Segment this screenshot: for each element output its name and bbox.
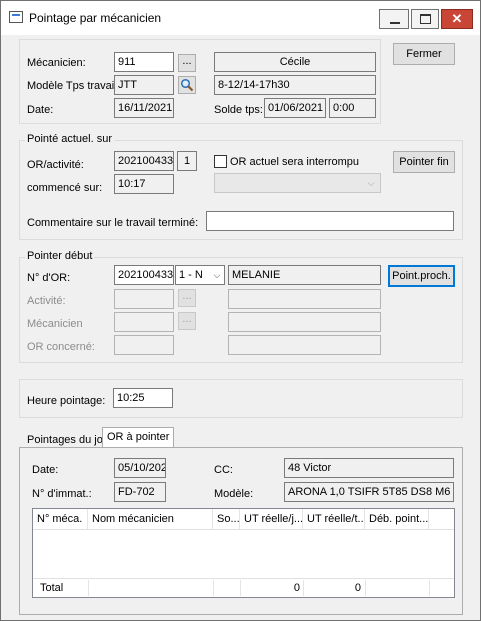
date-label: Date: [27, 104, 54, 116]
solde-time-field: 0:00 [329, 98, 376, 118]
current-or-line-field: 1 [177, 151, 197, 171]
started-field: 10:17 [114, 174, 174, 194]
footer-col-divider [213, 580, 214, 596]
cc-field: 48 Victor [284, 458, 454, 478]
modele-desc-field: 8-12/14-17h30 [214, 75, 376, 95]
minimize-icon [390, 22, 400, 24]
solde-date-field: 01/06/2021 [264, 98, 326, 118]
start-group-title: Pointer début [25, 250, 95, 262]
concerned-or-input [114, 335, 174, 355]
pointer-fin-button[interactable]: Pointer fin [393, 151, 455, 173]
model-field: ARONA 1,0 TSIFR 5T85 DS8 M6 [284, 482, 454, 502]
footer-ut-total-value: 0 [354, 582, 361, 594]
close-button[interactable]: Fermer [393, 43, 455, 65]
cc-label: CC: [214, 464, 233, 476]
footer-ut-day-value: 0 [293, 582, 300, 594]
column-header[interactable]: Nom mécanicien [88, 509, 213, 529]
chevron-down-icon: ⌵ [367, 178, 375, 188]
start-or-label: N° d'OR: [27, 272, 71, 284]
close-window-button[interactable]: ✕ [441, 9, 473, 29]
start-mechanic-input [114, 312, 174, 332]
interrupt-reason-select [214, 173, 381, 193]
solde-label: Solde tps: [214, 104, 263, 116]
comment-label: Commentaire sur le travail terminé: [27, 217, 199, 229]
window-app-icon [9, 11, 23, 23]
date-field: 16/11/2021 [114, 98, 174, 118]
minimize-button[interactable] [379, 9, 409, 29]
mecanicien-browse-button[interactable]: ... [178, 54, 196, 72]
tab-or-a-pointer[interactable]: OR à pointer [102, 427, 175, 448]
modele-field: JTT [114, 75, 174, 95]
footer-col-divider [88, 580, 89, 596]
immat-label: N° d'immat.: [32, 488, 92, 500]
concerned-or-label: OR concerné: [27, 341, 95, 353]
window-title: Pointage par mécanicien [29, 11, 162, 25]
activity-browse-button: ... [178, 289, 196, 307]
time-input[interactable]: 10:25 [113, 388, 173, 408]
activity-desc-field [228, 289, 381, 309]
modele-search-button[interactable] [178, 76, 196, 94]
activity-input [114, 289, 174, 309]
mecanicien-input[interactable]: 911 [114, 52, 174, 72]
footer-col-divider [429, 580, 430, 596]
header-divider [33, 529, 454, 530]
column-header[interactable]: UT réelle/t... [303, 509, 365, 529]
or-activity-label: OR/activité: [27, 159, 84, 171]
close-icon: ✕ [451, 11, 463, 26]
title-bar[interactable]: Pointage par mécanicien ✕ [1, 1, 480, 35]
chevron-down-icon: ⌵ [213, 270, 221, 280]
immat-field: FD-702 [114, 482, 166, 502]
column-header[interactable]: So... [213, 509, 240, 529]
mechanics-table[interactable]: N° méca. Nom mécanicien So... UT réelle/… [32, 508, 455, 598]
main-window: Pointage par mécanicien ✕ Mécanicien: 91… [0, 0, 481, 621]
current-group-title: Pointé actuel. sur [25, 133, 114, 145]
interrupt-checkbox[interactable] [214, 155, 227, 168]
order-date-field: 05/10/2021 [114, 458, 166, 478]
column-header[interactable]: UT réelle/j... [240, 509, 303, 529]
footer-col-divider [365, 580, 366, 596]
comment-input[interactable] [206, 211, 454, 231]
start-mechanic-name-field [228, 312, 381, 332]
footer-divider [33, 578, 454, 579]
maximize-button[interactable] [411, 9, 439, 29]
concerned-or-desc-field [228, 335, 381, 355]
current-or-field: 2021004336 [114, 151, 174, 171]
mecanicien-label: Mécanicien: [27, 57, 86, 69]
order-date-label: Date: [32, 464, 59, 476]
footer-total-label: Total [40, 582, 64, 594]
start-mechanic-label: Mécanicien [27, 318, 83, 330]
start-client-field: MELANIE [228, 265, 381, 285]
point-next-button[interactable]: Point.proch. [388, 265, 455, 287]
start-or-input[interactable]: 2021004330 [114, 265, 174, 285]
activity-label: Activité: [27, 295, 66, 307]
column-header[interactable]: N° méca. [33, 509, 88, 529]
maximize-icon [420, 14, 431, 24]
interrupt-label: OR actuel sera interrompu [230, 156, 359, 168]
modele-label: Modèle Tps travail: [27, 80, 120, 92]
started-label: commencé sur: [27, 182, 103, 194]
time-label: Heure pointage: [27, 395, 106, 407]
column-header[interactable]: Déb. point... [365, 509, 429, 529]
start-mechanic-browse-button: ... [178, 312, 196, 330]
mecanicien-name-field: Cécile [214, 52, 376, 72]
search-icon [180, 78, 194, 92]
model-label: Modèle: [214, 488, 254, 500]
